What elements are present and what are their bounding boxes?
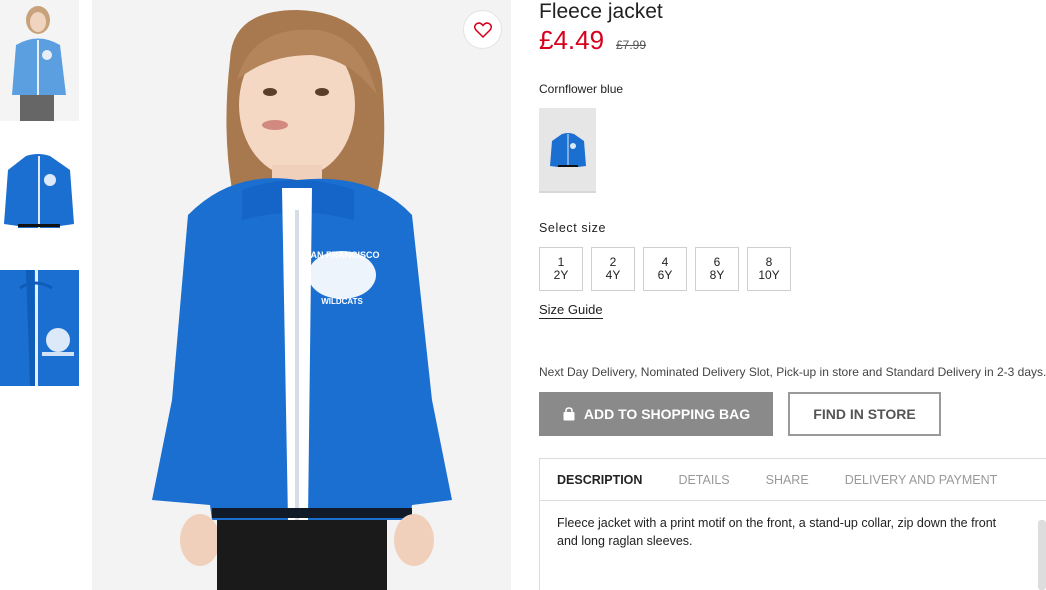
- tab-bar: DESCRIPTION DETAILS SHARE DELIVERY AND P…: [540, 459, 1046, 501]
- product-price: £4.49: [539, 25, 605, 55]
- thumbnail-model-front[interactable]: [0, 0, 79, 121]
- find-in-store-button[interactable]: FIND IN STORE: [788, 392, 941, 436]
- tab-details[interactable]: DETAILS: [678, 473, 729, 487]
- size-option-4y[interactable]: 2 4Y: [591, 247, 635, 291]
- size-option-2y[interactable]: 1 2Y: [539, 247, 583, 291]
- tab-share[interactable]: SHARE: [766, 473, 809, 487]
- product-old-price: £7.99: [616, 38, 647, 52]
- size-option-years: 10Y: [758, 268, 780, 282]
- size-options: 1 2Y 2 4Y 4 6Y 6 8Y 8 10Y: [539, 247, 791, 291]
- product-details-tabs: DESCRIPTION DETAILS SHARE DELIVERY AND P…: [539, 458, 1046, 590]
- page-scrollbar[interactable]: [1038, 520, 1046, 590]
- color-swatch-cornflower-blue[interactable]: [539, 108, 596, 193]
- print-text-top: SAN FRANCISCO: [304, 250, 379, 260]
- size-option-8y[interactable]: 6 8Y: [695, 247, 739, 291]
- size-option-years: 2Y: [553, 268, 569, 282]
- tab-description[interactable]: DESCRIPTION: [557, 473, 642, 487]
- thumbnail-jacket-closeup[interactable]: [0, 270, 79, 386]
- size-option-6y[interactable]: 4 6Y: [643, 247, 687, 291]
- size-guide-link[interactable]: Size Guide: [539, 302, 603, 319]
- add-to-shopping-bag-button[interactable]: ADD TO SHOPPING BAG: [539, 392, 773, 436]
- main-product-image: SAN FRANCISCO WILDCATS: [92, 0, 511, 590]
- favourite-button[interactable]: [463, 10, 502, 49]
- size-option-years: 8Y: [709, 268, 725, 282]
- product-description: Fleece jacket with a print motif on the …: [557, 516, 997, 548]
- product-title: Fleece jacket: [539, 0, 663, 23]
- size-option-years: 6Y: [657, 268, 673, 282]
- shopping-bag-icon: [563, 407, 575, 421]
- child-model-jacket-image: SAN FRANCISCO WILDCATS: [92, 0, 511, 590]
- tab-delivery-and-payment[interactable]: DELIVERY AND PAYMENT: [845, 473, 998, 487]
- print-text-bottom: WILDCATS: [321, 297, 363, 306]
- thumbnail-model-front-image: [0, 0, 79, 121]
- color-name: Cornflower blue: [539, 82, 624, 96]
- size-option-10y[interactable]: 8 10Y: [747, 247, 791, 291]
- thumbnail-jacket-flat-image: [4, 154, 74, 228]
- select-size-label: Select size: [539, 221, 607, 235]
- size-option-years: 4Y: [605, 268, 621, 282]
- add-to-shopping-bag-label: ADD TO SHOPPING BAG: [583, 406, 751, 422]
- jacket-swatch-icon: [549, 132, 586, 167]
- delivery-info: Next Day Delivery, Nominated Delivery Sl…: [539, 365, 1046, 379]
- thumbnail-jacket-flat[interactable]: [0, 148, 79, 230]
- heart-icon: [473, 21, 492, 38]
- thumbnail-jacket-closeup-image: [0, 270, 79, 386]
